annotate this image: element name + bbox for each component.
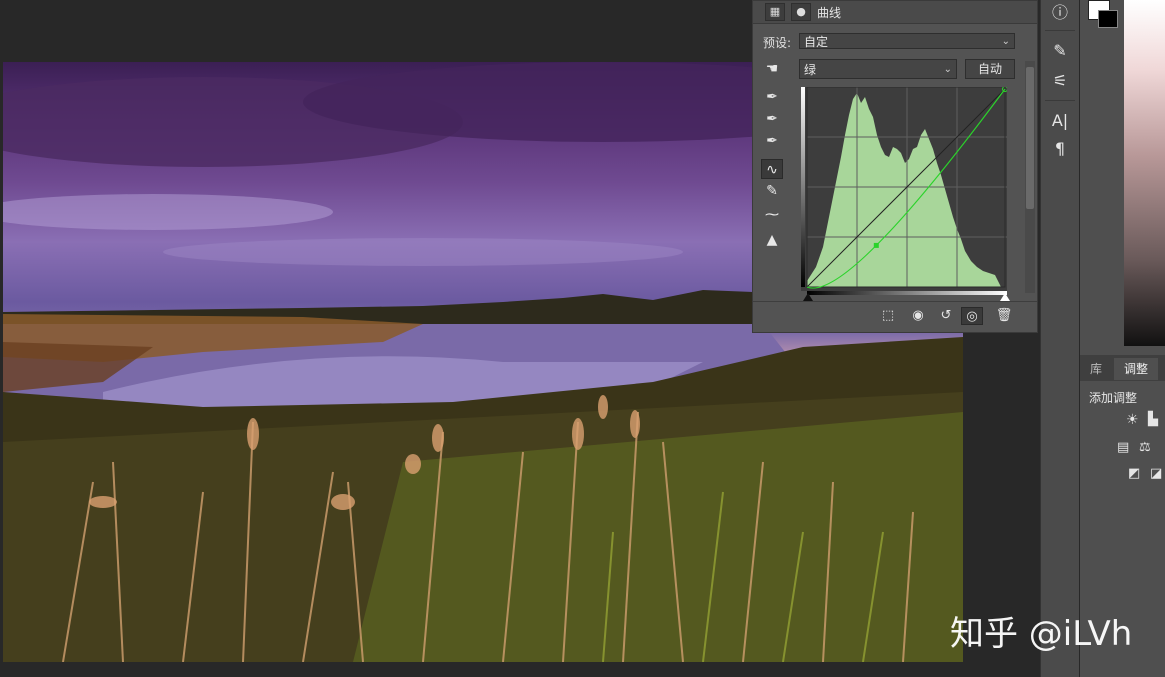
hand-target-icon[interactable]: ☚ [761, 59, 783, 79]
adjustments-icon[interactable]: ⚟ [1049, 70, 1071, 92]
character-icon[interactable]: A| [1049, 110, 1071, 132]
brush-settings-icon[interactable]: ✎ [1049, 40, 1071, 62]
view-previous-icon[interactable]: ◉ [907, 307, 929, 325]
curves-graph[interactable] [801, 87, 1007, 291]
panel-icon-strip: ⓘ ✎ ⚟ A| ¶ [1040, 0, 1079, 677]
levels-icon[interactable]: ▙ [1148, 412, 1158, 427]
chevron-down-icon: ⌄ [1001, 36, 1010, 47]
preset-select[interactable]: 自定 ⌄ [799, 33, 1015, 49]
info-icon[interactable]: ⓘ [1049, 2, 1071, 24]
preset-label: 预设: [763, 36, 792, 50]
auto-button[interactable]: 自动 [965, 59, 1015, 79]
visibility-eye-icon[interactable]: ◎ [961, 307, 983, 325]
pencil-icon[interactable]: ✎ [761, 181, 783, 201]
channel-select[interactable]: 绿 ⌄ [799, 59, 957, 79]
tab-adjustments[interactable]: 调整 [1114, 358, 1158, 380]
hue-saturation-icon[interactable]: ▤ [1117, 440, 1129, 455]
brightness-icon[interactable]: ☀ [1126, 412, 1139, 428]
gradient-map-icon[interactable]: ◪ [1150, 466, 1162, 481]
divider [1045, 30, 1075, 31]
black-point-slider[interactable] [803, 293, 813, 301]
output-gradient-bar [807, 291, 1007, 295]
eyedropper-black-icon[interactable]: ✒ [761, 87, 783, 107]
eyedropper-white-icon[interactable]: ✒ [761, 131, 783, 151]
add-adjustment-label: 添加调整 [1089, 391, 1138, 405]
histogram-warning-icon[interactable]: ▲ [761, 230, 783, 250]
background-color-swatch[interactable] [1098, 10, 1118, 28]
eyedropper-gray-icon[interactable]: ✒ [761, 109, 783, 129]
delete-trash-icon[interactable]: 🗑 [993, 307, 1015, 325]
panel-title: 曲线 [817, 6, 842, 20]
curve-point-mid [873, 242, 879, 248]
properties-header: ▦ ● 曲线 [753, 1, 1037, 24]
smooth-icon[interactable]: ⁓ [761, 205, 783, 225]
panel-scrollbar-thumb[interactable] [1026, 67, 1034, 209]
chevron-down-icon: ⌄ [943, 64, 952, 75]
preset-value: 自定 [804, 35, 829, 49]
watermark-text: 知乎 @iLVh [950, 614, 1133, 654]
reset-icon[interactable]: ↺ [935, 307, 957, 325]
color-picker-field[interactable] [1124, 0, 1165, 346]
layer-mask-icon[interactable]: ● [791, 3, 811, 21]
curves-adjustment-icon[interactable]: ▦ [765, 3, 785, 21]
curve-points-icon[interactable]: ∿ [761, 159, 783, 179]
photo-filter-icon[interactable]: ◩ [1128, 466, 1140, 481]
clip-to-layer-icon[interactable]: ⬚ [877, 307, 899, 325]
divider [1045, 100, 1075, 101]
properties-panel-curves: ▦ ● 曲线 预设: 自定 ⌄ 绿 ⌄ 自动 ☚ ✒ ✒ ✒ ∿ ✎ ⁓ ▲ ⬚… [752, 0, 1038, 333]
curves-graph-svg[interactable] [801, 87, 1007, 291]
color-balance-icon[interactable]: ⚖ [1139, 440, 1151, 455]
channel-value: 绿 [804, 63, 817, 77]
white-point-slider[interactable] [1000, 293, 1010, 301]
divider [753, 301, 1037, 302]
tab-library[interactable]: 库 [1082, 358, 1110, 380]
paragraph-icon[interactable]: ¶ [1049, 138, 1071, 160]
